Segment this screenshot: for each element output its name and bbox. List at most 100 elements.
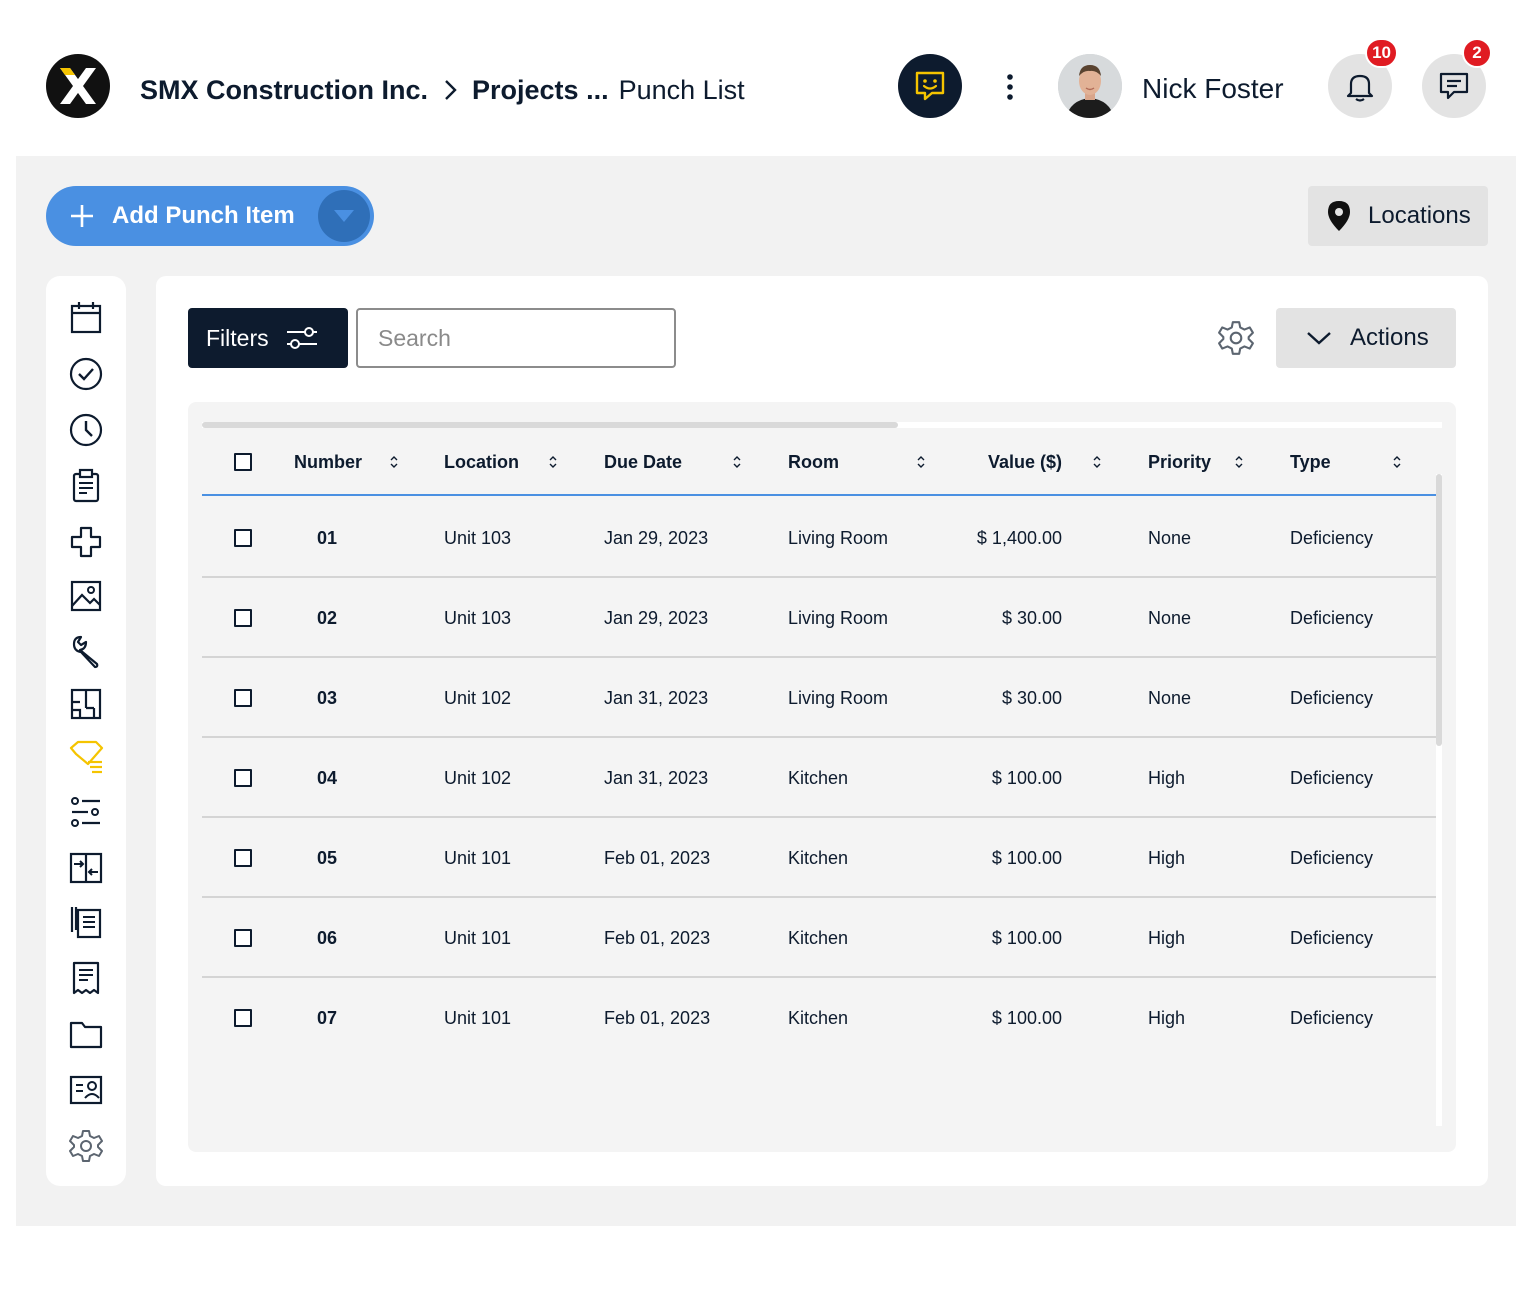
sidebar-item-time[interactable]: [66, 410, 106, 450]
sidebar-item-contacts[interactable]: [66, 1070, 106, 1110]
cell-number[interactable]: 02: [317, 578, 337, 658]
cell-value: $ 100.00: [991, 767, 1062, 788]
contact-card-icon: [69, 1075, 103, 1105]
select-all-checkbox[interactable]: [234, 453, 252, 471]
row-checkbox[interactable]: [234, 769, 252, 787]
sidebar-item-invoices[interactable]: [66, 958, 106, 998]
sidebar-item-transfers[interactable]: [66, 848, 106, 888]
sidebar-item-files[interactable]: [66, 1014, 106, 1054]
table-row[interactable]: 02 Unit 103 Jan 29, 2023 Living Room $ 3…: [202, 578, 1436, 658]
table-row[interactable]: 04 Unit 102 Jan 31, 2023 Kitchen $ 100.0…: [202, 738, 1436, 818]
row-checkbox[interactable]: [234, 1009, 252, 1027]
cell-due-date: Jan 31, 2023: [604, 687, 709, 708]
cell-location: Unit 103: [444, 607, 512, 628]
column-header-number[interactable]: Number: [294, 430, 362, 494]
row-checkbox[interactable]: [234, 609, 252, 627]
cell-number[interactable]: 05: [317, 818, 337, 898]
table-body: 01 Unit 103 Jan 29, 2023 Living Room $ 1…: [202, 498, 1436, 1058]
cell-room: Living Room: [788, 527, 889, 548]
cell-value: $ 1,400.00: [976, 527, 1062, 548]
column-header-due-date[interactable]: Due Date: [604, 430, 682, 494]
row-checkbox-cell: [234, 818, 252, 898]
notifications-button[interactable]: 10: [1328, 38, 1398, 118]
row-checkbox[interactable]: [234, 689, 252, 707]
transfer-icon: [69, 852, 103, 884]
sort-room-icon[interactable]: [913, 452, 929, 472]
cell-room: Living Room: [788, 687, 889, 708]
cell-type: Deficiency: [1290, 767, 1374, 788]
floorplan-icon: [70, 688, 102, 720]
cell-number[interactable]: 07: [317, 978, 337, 1058]
locations-button[interactable]: Locations: [1308, 186, 1488, 246]
table-settings-gear-icon[interactable]: [1216, 318, 1256, 358]
row-checkbox[interactable]: [234, 929, 252, 947]
sidebar-item-clipboard[interactable]: [66, 466, 106, 506]
folder-icon: [69, 1021, 103, 1049]
row-checkbox-cell: [234, 738, 252, 818]
add-options-dropdown[interactable]: [318, 190, 370, 242]
sort-number-icon[interactable]: [386, 452, 402, 472]
row-checkbox[interactable]: [234, 849, 252, 867]
cell-value: $ 100.00: [991, 847, 1062, 868]
vertical-scrollbar-thumb[interactable]: [1436, 474, 1442, 746]
cell-type: Deficiency: [1290, 607, 1374, 628]
sidebar-item-calendar[interactable]: [66, 298, 106, 338]
messages-count-badge: 2: [1462, 38, 1492, 68]
main-area: Add Punch Item Locations Filters Search …: [16, 156, 1516, 1226]
add-punch-item-button[interactable]: Add Punch Item: [46, 186, 374, 246]
messages-button[interactable]: 2: [1422, 38, 1492, 118]
cell-number[interactable]: 01: [317, 498, 337, 578]
breadcrumb-company[interactable]: SMX Construction Inc.: [140, 75, 428, 106]
table-row[interactable]: 05 Unit 101 Feb 01, 2023 Kitchen $ 100.0…: [202, 818, 1436, 898]
sort-due-date-icon[interactable]: [729, 452, 745, 472]
table-row[interactable]: 03 Unit 102 Jan 31, 2023 Living Room $ 3…: [202, 658, 1436, 738]
plus-cross-icon: [70, 526, 102, 558]
chevron-down-icon: [1306, 330, 1332, 346]
sort-priority-icon[interactable]: [1231, 452, 1247, 472]
sidebar-item-drawings[interactable]: [66, 684, 106, 724]
column-header-location[interactable]: Location: [444, 430, 519, 494]
sidebar-item-photos[interactable]: [66, 576, 106, 616]
smiley-chat-icon: [915, 71, 945, 101]
filters-button[interactable]: Filters: [188, 308, 348, 368]
table-row[interactable]: 07 Unit 101 Feb 01, 2023 Kitchen $ 100.0…: [202, 978, 1436, 1058]
sort-type-icon[interactable]: [1389, 452, 1405, 472]
more-options-icon[interactable]: [996, 70, 1024, 104]
sidebar-item-settings[interactable]: [66, 1126, 106, 1166]
sort-value-icon[interactable]: [1089, 452, 1105, 472]
cell-location: Unit 102: [444, 687, 512, 708]
sidebar-item-tasks[interactable]: [66, 354, 106, 394]
sidebar-item-documents[interactable]: [66, 902, 106, 942]
cell-value: $ 30.00: [1001, 687, 1062, 708]
search-input[interactable]: [356, 308, 676, 368]
cell-number[interactable]: 04: [317, 738, 337, 818]
horizontal-scrollbar-thumb[interactable]: [202, 422, 898, 428]
actions-button[interactable]: Actions: [1276, 308, 1456, 368]
cell-due-date: Jan 29, 2023: [604, 527, 709, 548]
cell-room: Kitchen: [788, 927, 849, 948]
breadcrumb-projects[interactable]: Projects ...: [472, 75, 609, 106]
punch-list-tag-icon: [69, 740, 104, 774]
cell-location: Unit 101: [444, 847, 512, 868]
column-header-room[interactable]: Room: [788, 430, 839, 494]
sidebar-item-maintenance[interactable]: [66, 632, 106, 672]
calendar-icon: [70, 302, 102, 334]
column-header-value[interactable]: Value ($): [988, 430, 1062, 494]
cell-number[interactable]: 06: [317, 898, 337, 978]
clipboard-icon: [72, 468, 100, 503]
sidebar-item-safety[interactable]: [66, 522, 106, 562]
smx-logo-icon[interactable]: [46, 54, 110, 118]
breadcrumb: SMX Construction Inc. Projects ... Punch…: [140, 70, 745, 110]
sort-location-icon[interactable]: [545, 452, 561, 472]
cell-number[interactable]: 03: [317, 658, 337, 738]
avatar[interactable]: [1058, 54, 1122, 118]
sidebar-item-settings-list[interactable]: [66, 792, 106, 832]
column-header-type[interactable]: Type: [1290, 430, 1331, 494]
table-row[interactable]: 01 Unit 103 Jan 29, 2023 Living Room $ 1…: [202, 498, 1436, 578]
row-checkbox[interactable]: [234, 529, 252, 547]
sidebar-item-punch-list[interactable]: [66, 736, 106, 776]
table-row[interactable]: 06 Unit 101 Feb 01, 2023 Kitchen $ 100.0…: [202, 898, 1436, 978]
assistant-chat-button[interactable]: [898, 54, 962, 118]
user-name[interactable]: Nick Foster: [1142, 70, 1284, 108]
column-header-priority[interactable]: Priority: [1148, 430, 1211, 494]
